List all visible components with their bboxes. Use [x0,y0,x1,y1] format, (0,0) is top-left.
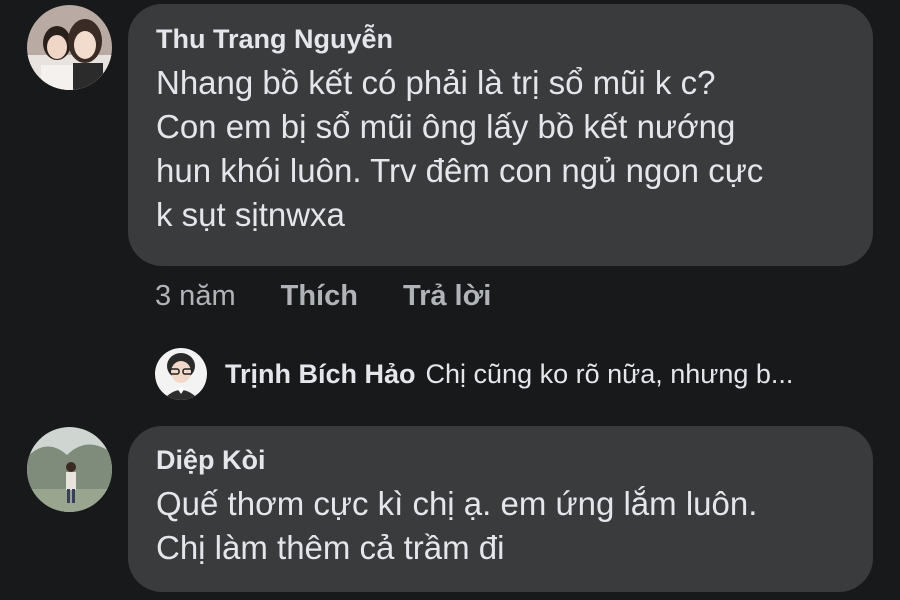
reply-text: Chị cũng ko rõ nữa, nhưng b... [425,358,794,389]
comment-bubble: Diệp Kòi Quế thơm cực kì chị ạ. em ứng l… [128,426,873,592]
avatar-photo [27,427,112,512]
reply-avatar[interactable] [155,348,207,400]
avatar[interactable] [27,5,112,90]
like-button[interactable]: Thích [281,280,358,313]
comment-text: Quế thơm cực kì chị ạ. em ứng lắm luôn. … [156,485,758,566]
reply-preview[interactable]: Trịnh Bích Hảo Chị cũng ko rõ nữa, nhưng… [155,348,875,400]
reply-avatar-photo [155,348,207,400]
comment-actions: 3 năm Thích Trả lời [155,280,536,313]
avatar[interactable] [27,427,112,512]
comment-bubble: Thu Trang Nguyễn Nhang bồ kết có phải là… [128,4,873,266]
reply-author[interactable]: Trịnh Bích Hảo [225,359,416,390]
comment-author[interactable]: Diệp Kòi [156,445,845,475]
comments-thread: Thu Trang Nguyễn Nhang bồ kết có phải là… [0,0,900,600]
comment-timestamp[interactable]: 3 năm [155,280,236,313]
comment-text: Nhang bồ kết có phải là trị sổ mũi k c? … [156,64,764,233]
comment-author[interactable]: Thu Trang Nguyễn [156,24,845,54]
reply-button[interactable]: Trả lời [403,280,491,313]
avatar-photo [27,5,112,90]
